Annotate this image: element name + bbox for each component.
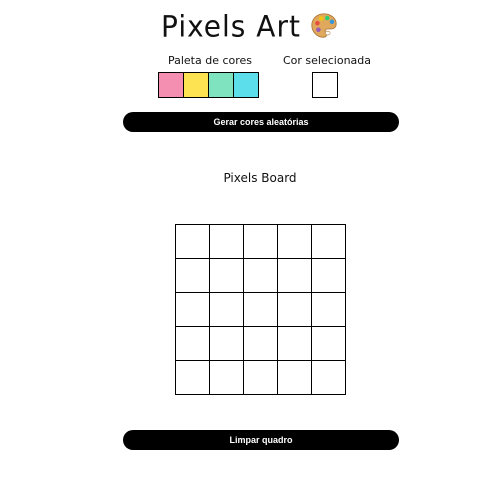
palette-color-2[interactable]	[183, 72, 209, 98]
pixel[interactable]	[278, 259, 312, 293]
pixel[interactable]	[244, 293, 278, 327]
random-colors-button[interactable]: Gerar cores aleatórias	[123, 112, 399, 132]
selected-color-swatch	[312, 72, 338, 98]
pixel[interactable]	[312, 327, 346, 361]
pixel[interactable]	[244, 259, 278, 293]
pixel[interactable]	[210, 361, 244, 395]
pixel[interactable]	[312, 293, 346, 327]
pixel[interactable]	[176, 259, 210, 293]
pixel[interactable]	[176, 293, 210, 327]
pixel[interactable]	[278, 293, 312, 327]
pixel[interactable]	[312, 361, 346, 395]
pixel[interactable]	[210, 259, 244, 293]
pixel[interactable]	[244, 327, 278, 361]
header: Pixels Art	[0, 6, 500, 46]
pixel[interactable]	[210, 293, 244, 327]
palette-color-3[interactable]	[208, 72, 234, 98]
pixel[interactable]	[176, 361, 210, 395]
palette-color-4[interactable]	[233, 72, 259, 98]
selected-color-label: Cor selecionada	[282, 54, 372, 67]
palette-label: Paleta de cores	[167, 54, 253, 67]
pixel-board	[175, 224, 346, 395]
pixel[interactable]	[244, 361, 278, 395]
pixel[interactable]	[210, 327, 244, 361]
pixel[interactable]	[312, 225, 346, 259]
pixel[interactable]	[176, 327, 210, 361]
pixel[interactable]	[278, 225, 312, 259]
page-title: Pixels Art	[161, 8, 301, 44]
pixel[interactable]	[278, 327, 312, 361]
clear-board-button[interactable]: Limpar quadro	[123, 430, 399, 450]
pixel[interactable]	[312, 259, 346, 293]
palette-color-1[interactable]	[158, 72, 184, 98]
pixel[interactable]	[244, 225, 278, 259]
artist-palette-icon	[311, 13, 337, 38]
pixel[interactable]	[210, 225, 244, 259]
pixel[interactable]	[176, 225, 210, 259]
pixel[interactable]	[278, 361, 312, 395]
page: Pixels Art Paleta de cores Cor seleciona…	[0, 0, 500, 500]
color-palette	[158, 72, 259, 98]
board-title: Pixels Board	[223, 171, 297, 185]
